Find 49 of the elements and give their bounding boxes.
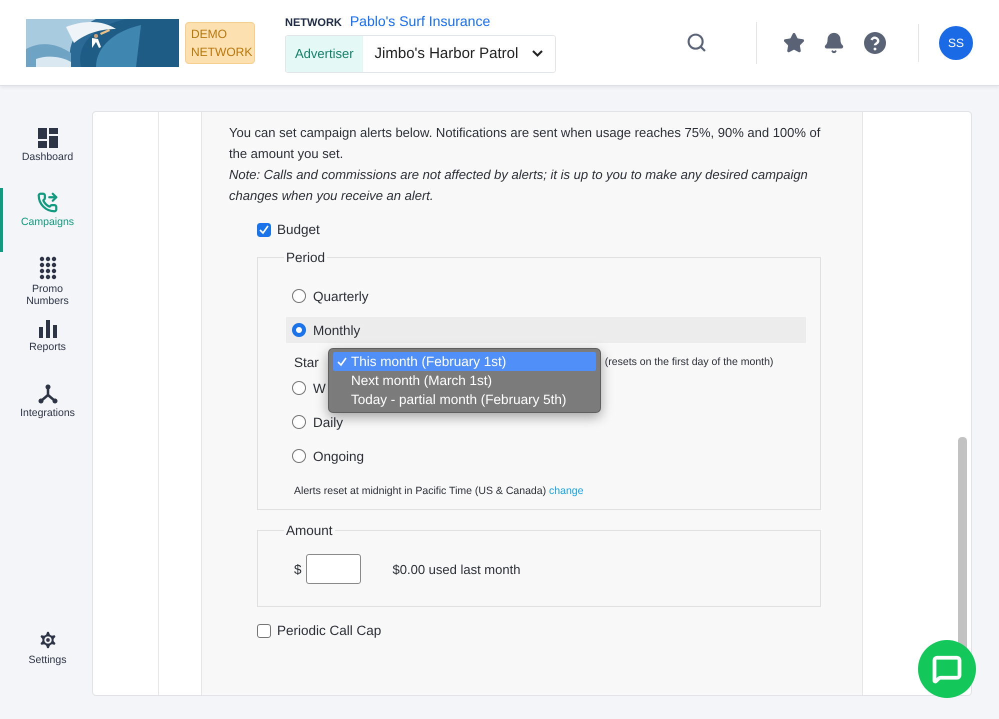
used-text: $0.00 used last month [392,562,520,576]
dialpad-icon [38,256,56,280]
start-hint: (resets on the first day of the month) [604,356,774,368]
chat-icon [932,654,962,684]
network-icon [38,384,58,404]
star-icon[interactable] [783,32,805,54]
bar-chart-icon [38,320,56,338]
radio-button[interactable] [292,323,306,337]
bell-icon[interactable] [823,32,845,54]
period-legend: Period [284,250,328,265]
start-label: Star [294,354,319,370]
network-label: NETWORK [285,16,342,28]
dropdown-option[interactable]: Today - partial month (February 5th) [333,390,596,409]
budget-label: Budget [277,222,320,237]
radio-label: Daily [313,414,344,430]
amount-legend: Amount [284,523,335,538]
change-link[interactable]: change [549,485,584,497]
check-icon [337,356,347,366]
dashboard-icon [38,128,58,148]
settings-item[interactable]: Settings [0,625,92,689]
network-name-link[interactable]: Pablo's Surf Insurance [350,12,490,28]
radio-button[interactable] [292,381,306,395]
amount-input[interactable] [306,554,361,584]
sidebar-item[interactable]: Dashboard [0,124,92,188]
intro-text: You can set campaign alerts below. Notifications are sent when usage reaches 75%, 90% and 100% of the amount you set. [229,124,822,163]
user-avatar[interactable]: SS [939,26,973,60]
radio-label: Ongoing [313,448,364,464]
budget-checkbox[interactable] [257,222,271,236]
search-icon[interactable] [686,32,707,53]
radio-button[interactable] [292,289,306,303]
demo-network-badge: DEMO NETWORK [185,22,255,64]
currency-label: $ [294,562,302,576]
radio-label: Quarterly [313,288,369,304]
sidebar-item[interactable]: Promo Numbers [0,252,92,316]
note-text: Note: Calls and commissions are not affected by alerts; it is up to you to make any desired campaign changes when you receive an alert. [229,166,809,205]
help-icon[interactable] [863,30,887,54]
phone-forward-icon [37,192,58,213]
sidebar-item[interactable]: Integrations [0,380,92,444]
dropdown-option[interactable]: This month (February 1st) [333,352,596,371]
call-cap-label: Periodic Call Cap [277,623,382,638]
sidebar-item[interactable]: Reports [0,316,92,380]
dropdown-option[interactable]: Next month (March 1st) [333,371,596,390]
check-icon [259,224,269,234]
radio-button[interactable] [292,415,306,429]
call-cap-checkbox[interactable] [257,624,271,638]
radio-label: Monthly [313,322,360,338]
radio-button[interactable] [292,449,306,463]
reset-note: Alerts reset at midnight in Pacific Time (US & Canada) change [294,485,584,497]
radio-label: W [313,380,326,396]
